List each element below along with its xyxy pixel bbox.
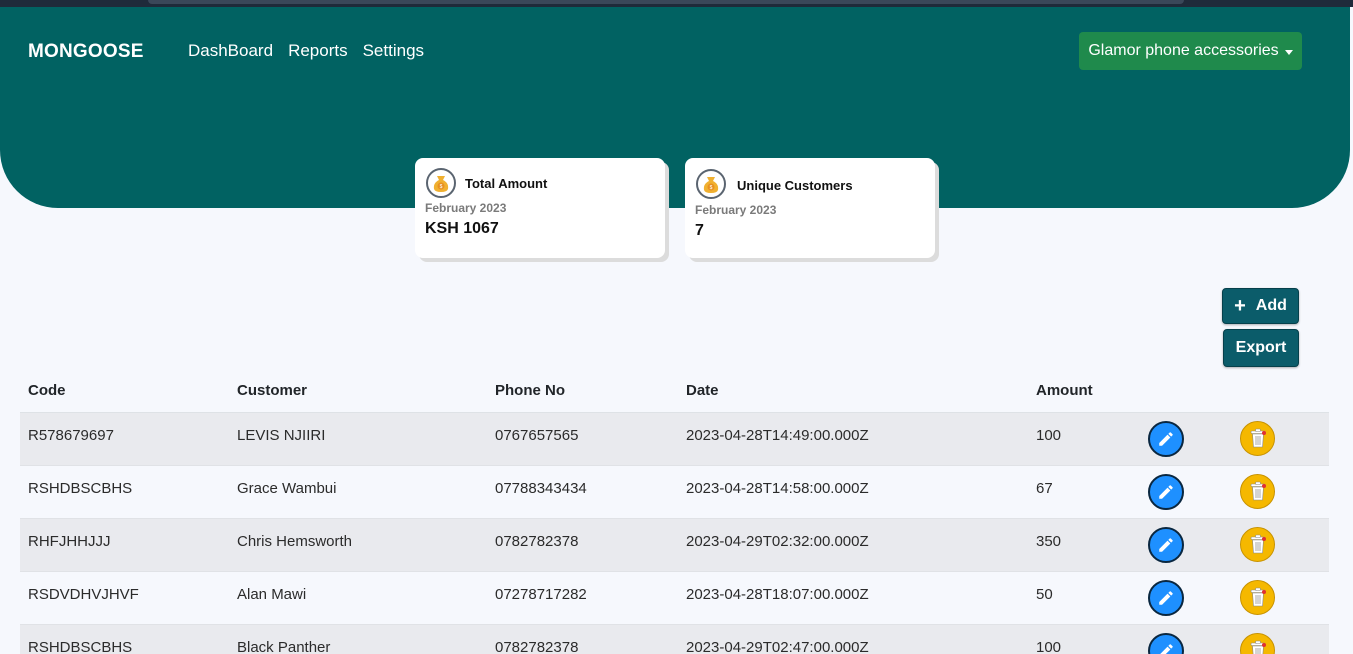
- money-bag-icon: $: [696, 169, 726, 199]
- card-period: February 2023: [695, 203, 777, 217]
- delete-button[interactable]: [1240, 420, 1275, 456]
- pencil-icon: [1159, 590, 1173, 605]
- pencil-icon: [1159, 643, 1173, 654]
- column-header-delete: [1238, 370, 1329, 413]
- delete-cell: [1238, 624, 1329, 654]
- add-button-label: Add: [1255, 297, 1287, 314]
- delete-cell: [1238, 571, 1329, 625]
- cell-date: 2023-04-28T14:58:00.000Z: [678, 465, 1028, 519]
- edit-button[interactable]: [1148, 579, 1184, 616]
- edit-button[interactable]: [1148, 420, 1184, 457]
- table-row: RSHDBSCBHS Black Panther 0782782378 2023-04…: [20, 624, 1329, 654]
- table-row: RSHDBSCBHS Grace Wambui 07788343434 2023-04…: [20, 465, 1329, 519]
- nav-settings[interactable]: Settings: [363, 41, 424, 61]
- trash-icon: [1250, 587, 1266, 607]
- column-header-code[interactable]: Code: [20, 370, 229, 413]
- cell-amount: 100: [1028, 412, 1148, 466]
- edit-cell: [1148, 624, 1238, 654]
- nav-dashboard[interactable]: DashBoard: [188, 41, 273, 61]
- column-header-edit: [1148, 370, 1238, 413]
- cell-amount: 100: [1028, 624, 1148, 654]
- cell-phone: 07278717282: [487, 571, 678, 625]
- edit-cell: [1148, 571, 1238, 625]
- delete-button[interactable]: [1240, 526, 1275, 562]
- edit-cell: [1148, 518, 1238, 572]
- trash-icon: [1250, 481, 1266, 501]
- table-row: R578679697 LEVIS NJIIRI 0767657565 2023-04-…: [20, 412, 1329, 466]
- store-dropdown-label: Glamor phone accessories: [1088, 42, 1279, 59]
- card-title: Unique Customers: [737, 178, 853, 193]
- plus-icon: +: [1234, 295, 1246, 317]
- trash-icon: [1250, 534, 1266, 554]
- svg-text:$: $: [440, 184, 443, 190]
- cell-amount: 67: [1028, 465, 1148, 519]
- edit-button[interactable]: [1148, 473, 1184, 510]
- money-bag-icon: $: [426, 168, 456, 198]
- brand-logo[interactable]: MONGOOSE: [28, 41, 144, 63]
- cell-amount: 350: [1028, 518, 1148, 572]
- column-header-customer[interactable]: Customer: [229, 370, 487, 413]
- cell-customer: Black Panther: [229, 624, 487, 654]
- unique-customers-card: $ Unique Customers February 2023 7: [685, 158, 935, 258]
- svg-text:$: $: [710, 185, 713, 191]
- cell-phone: 07788343434: [487, 465, 678, 519]
- cell-code: RSHDBSCBHS: [20, 465, 229, 519]
- trash-icon: [1250, 640, 1266, 654]
- cell-phone: 0782782378: [487, 518, 678, 572]
- column-header-amount[interactable]: Amount: [1028, 370, 1148, 413]
- cell-phone: 0767657565: [487, 412, 678, 466]
- browser-top-strip: [0, 0, 1353, 7]
- cell-customer: LEVIS NJIIRI: [229, 412, 487, 466]
- delete-cell: [1238, 518, 1329, 572]
- cell-code: R578679697: [20, 412, 229, 466]
- table-row: RHFJHHJJJ Chris Hemsworth 0782782378 2023-0…: [20, 518, 1329, 572]
- export-button[interactable]: Export: [1223, 329, 1299, 367]
- cell-phone: 0782782378: [487, 624, 678, 654]
- column-header-date[interactable]: Date: [678, 370, 1028, 413]
- pencil-icon: [1159, 484, 1173, 499]
- browser-top-bar: [148, 0, 1184, 4]
- cell-customer: Alan Mawi: [229, 571, 487, 625]
- header-banner: MONGOOSE DashBoard Reports Settings Glam…: [0, 7, 1350, 208]
- cell-code: RSHDBSCBHS: [20, 624, 229, 654]
- delete-button[interactable]: [1240, 473, 1275, 509]
- add-button[interactable]: + Add: [1222, 288, 1299, 324]
- cell-date: 2023-04-28T18:07:00.000Z: [678, 571, 1028, 625]
- cell-customer: Chris Hemsworth: [229, 518, 487, 572]
- delete-button[interactable]: [1240, 579, 1275, 615]
- edit-cell: [1148, 465, 1238, 519]
- cell-date: 2023-04-29T02:32:00.000Z: [678, 518, 1028, 572]
- card-title: Total Amount: [465, 176, 548, 191]
- card-value: 7: [695, 222, 704, 239]
- trash-icon: [1250, 428, 1266, 448]
- export-button-label: Export: [1235, 339, 1287, 356]
- caret-down-icon: [1284, 49, 1293, 55]
- delete-button[interactable]: [1240, 632, 1275, 654]
- total-amount-card: $ Total Amount February 2023 KSH 1067: [415, 158, 665, 258]
- cell-date: 2023-04-28T14:49:00.000Z: [678, 412, 1028, 466]
- delete-cell: [1238, 465, 1329, 519]
- cell-amount: 50: [1028, 571, 1148, 625]
- card-value: KSH 1067: [425, 220, 499, 237]
- column-header-phone[interactable]: Phone No: [487, 370, 678, 413]
- table-header-row: Code Customer Phone No Date Amount: [20, 370, 1329, 413]
- cell-code: RSDVDHVJHVF: [20, 571, 229, 625]
- card-period: February 2023: [425, 201, 507, 215]
- pencil-icon: [1159, 537, 1173, 552]
- cell-code: RHFJHHJJJ: [20, 518, 229, 572]
- table-row: RSDVDHVJHVF Alan Mawi 07278717282 2023-04-2…: [20, 571, 1329, 625]
- store-dropdown-button[interactable]: Glamor phone accessories: [1079, 32, 1302, 70]
- edit-button[interactable]: [1148, 632, 1184, 654]
- transactions-table: Code Customer Phone No Date Amount R5786…: [20, 370, 1329, 654]
- main-nav: DashBoard Reports Settings: [188, 41, 424, 61]
- edit-cell: [1148, 412, 1238, 466]
- pencil-icon: [1159, 431, 1173, 446]
- delete-cell: [1238, 412, 1329, 466]
- nav-reports[interactable]: Reports: [288, 41, 348, 61]
- edit-button[interactable]: [1148, 526, 1184, 563]
- cell-customer: Grace Wambui: [229, 465, 487, 519]
- cell-date: 2023-04-29T02:47:00.000Z: [678, 624, 1028, 654]
